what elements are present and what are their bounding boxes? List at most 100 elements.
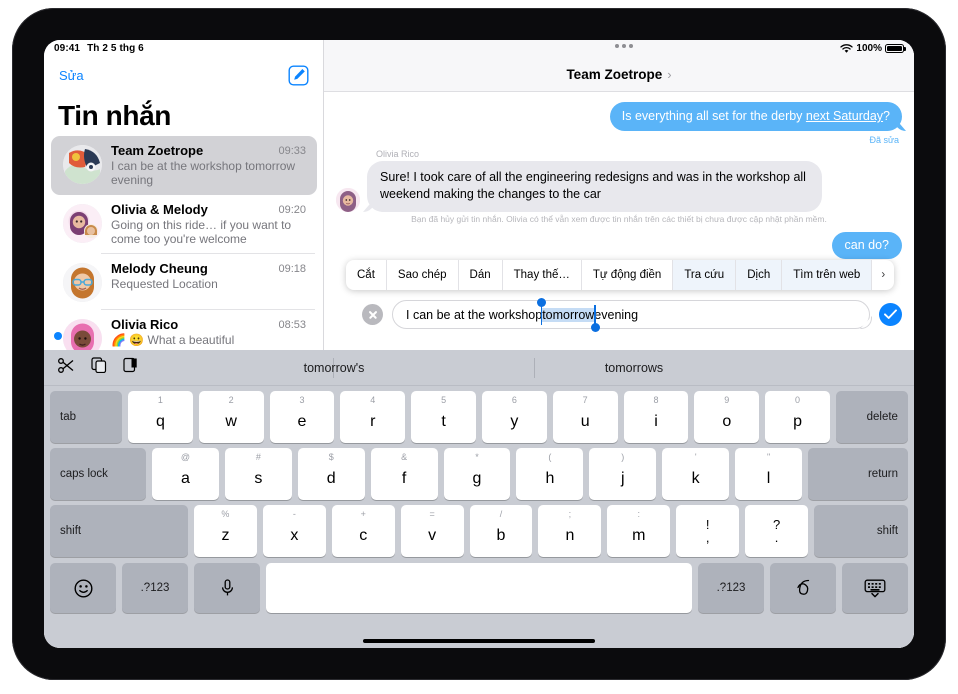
selected-text-value: tomorrow	[542, 307, 595, 322]
unread-badge	[54, 332, 62, 340]
key-hide-keyboard[interactable]	[842, 563, 908, 613]
key-tab[interactable]: tab	[50, 391, 122, 443]
key-label: f	[401, 469, 407, 487]
context-menu-item-copy[interactable]: Sao chép	[387, 260, 459, 290]
key-a[interactable]: @ a	[152, 448, 219, 500]
context-menu-item-autofill[interactable]: Tự động điền	[582, 260, 674, 290]
status-time: 09:41	[54, 43, 81, 54]
context-menu-item-cut[interactable]: Cắt	[346, 260, 387, 290]
key-d[interactable]: $ d	[297, 448, 365, 500]
key-k[interactable]: ' k	[662, 448, 730, 500]
selection-handle-start[interactable]	[536, 297, 546, 307]
key-b[interactable]: / b	[469, 505, 533, 557]
key-m[interactable]: :m	[607, 505, 671, 557]
message-link-text[interactable]: next Saturday	[806, 109, 883, 123]
key-n[interactable]: ; n	[538, 505, 602, 557]
key-j[interactable]: ) j	[589, 448, 657, 500]
incoming-message-bubble[interactable]: Sure! I took care of all the engineering…	[367, 161, 822, 212]
key-label: j	[621, 469, 625, 487]
context-menu-item-paste[interactable]: Dán	[459, 260, 503, 290]
key-u[interactable]: 7u	[552, 391, 618, 443]
key-hint: 9	[724, 395, 730, 405]
key-i[interactable]: 8i	[623, 391, 689, 443]
conversation-title[interactable]: Team Zoetrope ›	[566, 67, 671, 82]
key-v[interactable]: = v	[400, 505, 464, 557]
key-label: m	[632, 526, 646, 544]
key-emoji[interactable]	[50, 563, 116, 613]
key-exclamation-comma[interactable]: !,	[676, 505, 740, 557]
list-item[interactable]: Team Zoetrope I can be at the workshop t…	[51, 136, 317, 195]
compose-icon[interactable]	[288, 65, 309, 86]
context-menu-item-replace[interactable]: Thay thế…	[503, 260, 582, 290]
key-hint: )	[621, 452, 625, 462]
more-options-icon[interactable]	[615, 44, 633, 48]
key-l[interactable]: " l	[735, 448, 803, 500]
key-p[interactable]: 0p	[765, 391, 830, 443]
copy-icon[interactable]	[91, 357, 107, 378]
outgoing-message-bubble[interactable]: Is everything all set for the derby next…	[609, 102, 902, 131]
selected-text[interactable]: tomorrow	[536, 297, 600, 332]
context-menu-item-search-web[interactable]: Tìm trên web	[782, 260, 873, 290]
key-hint: &	[401, 452, 408, 462]
keyboard-row-1: tab 1q 2w 3e 4r 5t 6y 7u 8i 9o 0p delete	[44, 391, 914, 443]
conversation-name: Olivia Rico	[111, 317, 179, 332]
prediction-2[interactable]: tomorrows	[534, 350, 734, 386]
key-numeric-left[interactable]: .?123	[122, 563, 188, 613]
key-z[interactable]: % z	[194, 505, 257, 557]
microphone-icon	[221, 579, 233, 596]
message-edit-input[interactable]: I can be at the workshop tomorrow evenin…	[392, 297, 870, 332]
key-shift-left[interactable]: shift	[50, 505, 188, 557]
list-item[interactable]: Melody Cheung Requested Location 09:18	[51, 254, 317, 310]
wifi-icon	[840, 43, 854, 53]
checkmark-circle-icon[interactable]	[879, 303, 902, 326]
list-item[interactable]: Olivia & Melody Going on this ride… if y…	[51, 195, 317, 254]
key-hint: -	[292, 509, 296, 519]
chevron-right-icon: ›	[667, 67, 672, 82]
key-q[interactable]: 1q	[128, 391, 193, 443]
key-h[interactable]: (h	[516, 448, 584, 500]
key-x[interactable]: -x	[262, 505, 326, 557]
key-c[interactable]: + c	[331, 505, 395, 557]
key-delete[interactable]: delete	[835, 391, 908, 443]
text-context-menu[interactable]: Cắt Sao chép Dán Thay thế… Tự động điền …	[346, 260, 895, 290]
key-dictation[interactable]	[194, 563, 260, 613]
selection-handle-end[interactable]	[590, 322, 600, 332]
edit-button[interactable]: Sửa	[59, 68, 84, 83]
prediction-1[interactable]: tomorrow's	[234, 350, 434, 386]
scissors-icon[interactable]	[58, 357, 75, 378]
key-f[interactable]: & f	[370, 448, 438, 500]
key-label: d	[326, 469, 336, 487]
key-shift-right[interactable]: shift	[814, 505, 909, 557]
key-hint: 4	[370, 395, 376, 405]
clear-circle-icon[interactable]	[362, 304, 383, 325]
context-menu-item-lookup[interactable]: Tra cứu	[673, 260, 737, 290]
conversation-preview: 🌈 😀 What a beautiful	[111, 333, 235, 347]
status-bar-right: 100%	[840, 43, 906, 54]
key-o[interactable]: 9o	[694, 391, 760, 443]
status-bar: 09:41 Th 2 5 thg 6 100%	[44, 40, 914, 62]
key-e[interactable]: 3e	[269, 391, 335, 443]
home-indicator	[363, 639, 595, 643]
key-g[interactable]: * g	[443, 448, 511, 500]
context-menu-next-icon[interactable]: ›	[872, 260, 894, 290]
keyboard-row-4: .?123 .?123	[44, 563, 914, 613]
key-y[interactable]: 6y	[481, 391, 547, 443]
paste-icon[interactable]	[123, 357, 138, 378]
key-r[interactable]: 4r	[340, 391, 406, 443]
key-numeric-right[interactable]: .?123	[698, 563, 764, 613]
avatar	[63, 204, 102, 243]
key-question-period[interactable]: ?.	[745, 505, 809, 557]
key-return[interactable]: return	[808, 448, 909, 500]
key-hint: 2	[228, 395, 234, 405]
key-hint: 8	[653, 395, 659, 405]
key-w[interactable]: 2w	[198, 391, 264, 443]
conversation-time: 09:20	[278, 204, 306, 216]
context-menu-item-translate[interactable]: Dịch	[736, 260, 783, 290]
key-s[interactable]: # s	[224, 448, 292, 500]
key-caps-lock[interactable]: caps lock	[50, 448, 146, 500]
key-t[interactable]: 5t	[411, 391, 476, 443]
key-handwriting[interactable]	[770, 563, 836, 613]
keyboard-edit-icons	[44, 357, 138, 378]
key-space[interactable]	[266, 563, 692, 613]
outgoing-message-bubble-2[interactable]: can do?	[831, 232, 902, 259]
